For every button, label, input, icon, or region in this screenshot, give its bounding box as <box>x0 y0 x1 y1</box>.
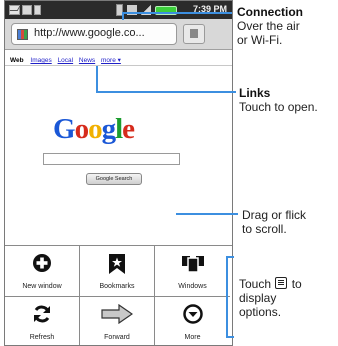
menu-new-window[interactable]: New window <box>5 246 80 297</box>
url-bar: http://www.google.co... <box>5 19 232 50</box>
menu-label: Refresh <box>29 334 55 341</box>
menu-bracket-bottom <box>226 336 234 338</box>
google-search-input[interactable] <box>43 153 180 165</box>
google-search-button[interactable]: Google Search <box>86 173 142 185</box>
menu-label: New window <box>22 283 62 290</box>
bookmark-button[interactable] <box>183 24 205 44</box>
sd-card-icon <box>34 5 41 15</box>
status-bar: 7:39 PM <box>5 1 232 19</box>
nav-more-link[interactable]: more ▾ <box>101 57 121 64</box>
menu-bracket-vertical <box>226 256 228 338</box>
favicon-icon <box>17 29 28 40</box>
connection-pointer-horizontal <box>122 12 232 14</box>
connection-line1: Over the air <box>237 19 300 33</box>
connection-callout: Connection Over the air or Wi-Fi. <box>237 5 303 47</box>
links-title: Links <box>239 86 271 100</box>
menu-line1: Touch <box>239 277 272 291</box>
scroll-callout: Drag or flick to scroll. <box>242 208 306 236</box>
forward-arrow-icon <box>101 304 133 324</box>
email-notification-icon <box>9 5 20 15</box>
more-chevron-icon <box>182 304 203 324</box>
links-callout: Links Touch to open. <box>239 86 318 114</box>
menu-label: Forward <box>104 334 130 341</box>
menu-label: More <box>184 334 201 341</box>
menu-bracket-top <box>226 256 234 258</box>
scroll-line1: Drag or flick <box>242 208 307 222</box>
links-pointer-vertical <box>96 66 98 92</box>
menu-line2: to <box>291 277 302 291</box>
bookmark-icon <box>108 253 126 275</box>
nav-news-link[interactable]: News <box>79 57 95 64</box>
google-logo: Google <box>53 113 135 145</box>
menu-line3: display <box>239 291 277 305</box>
menu-callout: Touch to display options. <box>239 277 302 319</box>
menu-line4: options. <box>239 305 282 319</box>
menu-windows[interactable]: Windows <box>155 246 230 297</box>
menu-label: Bookmarks <box>99 283 135 290</box>
links-line1: Touch to open. <box>239 100 318 114</box>
scroll-pointer <box>176 213 238 215</box>
refresh-icon <box>32 304 52 324</box>
nav-images-link[interactable]: Images <box>30 57 51 64</box>
phone-screen: 7:39 PM http://www.google.co... Web Imag… <box>4 0 233 346</box>
links-pointer-horizontal <box>96 91 236 93</box>
menu-key-icon <box>275 277 288 289</box>
menu-bookmarks[interactable]: Bookmarks <box>80 246 155 297</box>
options-menu: New window Bookmarks Windows Refresh For… <box>5 245 232 345</box>
nav-web: Web <box>10 57 24 64</box>
connection-pointer-vertical <box>122 13 124 20</box>
picture-notification-icon <box>22 5 32 15</box>
plus-circle-icon <box>32 253 52 273</box>
scroll-line2: to scroll. <box>242 222 287 236</box>
menu-more[interactable]: More <box>155 297 230 345</box>
connection-title: Connection <box>237 5 303 19</box>
windows-icon <box>181 253 205 273</box>
connection-line2: or Wi-Fi. <box>237 33 283 47</box>
nav-local-link[interactable]: Local <box>58 57 74 64</box>
google-nav: Web Images Local News more ▾ <box>10 56 125 64</box>
url-field[interactable]: http://www.google.co... <box>11 23 177 45</box>
url-text: http://www.google.co... <box>34 27 145 39</box>
nav-divider <box>5 65 232 66</box>
menu-refresh[interactable]: Refresh <box>5 297 80 345</box>
menu-forward[interactable]: Forward <box>80 297 155 345</box>
menu-label: Windows <box>178 283 207 290</box>
